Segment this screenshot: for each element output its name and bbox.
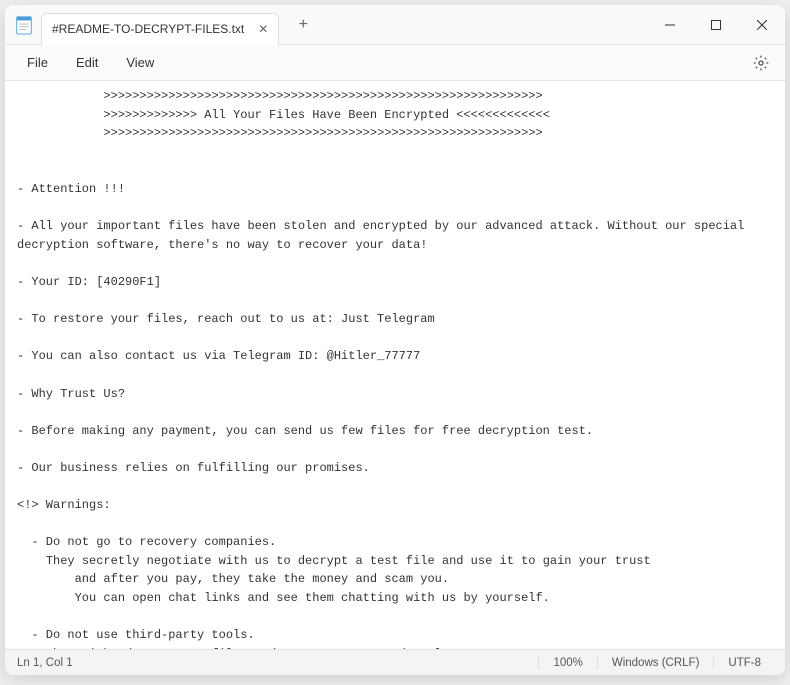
- zoom-level[interactable]: 100%: [538, 657, 596, 669]
- notepad-window: #README-TO-DECRYPT-FILES.txt ✕ + File Ed…: [5, 5, 785, 675]
- encoding[interactable]: UTF-8: [713, 657, 775, 669]
- file-tab[interactable]: #README-TO-DECRYPT-FILES.txt ✕: [41, 13, 279, 45]
- menu-file[interactable]: File: [13, 49, 62, 76]
- menu-view[interactable]: View: [112, 49, 168, 76]
- cursor-position: Ln 1, Col 1: [15, 657, 87, 669]
- statusbar: Ln 1, Col 1 100% Windows (CRLF) UTF-8: [5, 649, 785, 675]
- minimize-button[interactable]: [647, 5, 693, 45]
- text-content-area[interactable]: >>>>>>>>>>>>>>>>>>>>>>>>>>>>>>>>>>>>>>>>…: [5, 81, 785, 649]
- window-controls: [647, 5, 785, 45]
- menubar: File Edit View: [5, 45, 785, 81]
- settings-button[interactable]: [745, 47, 777, 79]
- new-tab-button[interactable]: +: [293, 16, 313, 34]
- tab-close-icon[interactable]: ✕: [258, 22, 268, 36]
- line-ending[interactable]: Windows (CRLF): [597, 657, 714, 669]
- tab-title: #README-TO-DECRYPT-FILES.txt: [52, 22, 244, 36]
- maximize-button[interactable]: [693, 5, 739, 45]
- menu-edit[interactable]: Edit: [62, 49, 112, 76]
- titlebar: #README-TO-DECRYPT-FILES.txt ✕ +: [5, 5, 785, 45]
- notepad-app-icon: [15, 15, 33, 35]
- close-button[interactable]: [739, 5, 785, 45]
